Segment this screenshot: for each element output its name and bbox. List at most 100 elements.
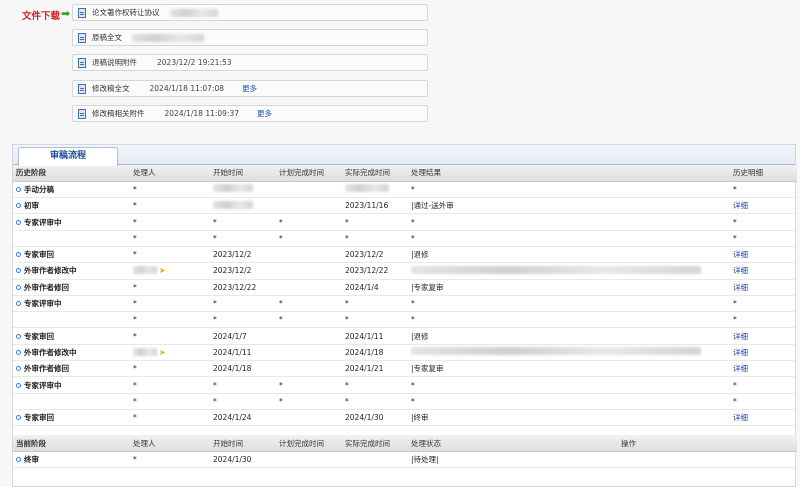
download-file-item[interactable]: 退稿说明附件 2023/12/2 19:21:53 [72, 54, 428, 71]
stage-name: 专家评审中 [24, 299, 62, 309]
actual-cell: 2024/1/4 [342, 279, 408, 296]
result: |终审 [411, 413, 429, 423]
start-cell: * [210, 230, 276, 247]
stage-cell: 专家评审中 [13, 294, 130, 313]
table-row: 外审作者修改中 ➤ 2023/12/2 2023/12/22 详细 [13, 262, 797, 280]
column-header: 计划完成时间 [276, 435, 342, 453]
handler: * [133, 331, 137, 341]
bullet-icon [16, 333, 21, 339]
file-date: 2024/1/18 11:07:08 [149, 84, 225, 93]
column-header: 历史阶段 [13, 165, 130, 182]
stage-cell: 外审作者修改中 [13, 344, 130, 362]
stage-cell [13, 311, 130, 329]
file-date: 2023/12/2 19:21:53 [157, 58, 232, 67]
redacted-text [133, 266, 157, 275]
detail-cell: 详细 [730, 360, 797, 378]
detail-link[interactable]: 详细 [733, 201, 748, 210]
stage-name: 专家评审中 [24, 380, 62, 390]
bullet-icon [16, 366, 21, 372]
handler: * [133, 380, 137, 390]
detail-cell: 详细 [730, 245, 797, 264]
actual-time: * [345, 315, 349, 325]
actual-cell: 2023/11/16 [342, 197, 408, 215]
detail-link[interactable]: 详细 [733, 413, 748, 422]
start-cell: 2023/12/22 [210, 279, 276, 296]
plan-cell: * [276, 230, 342, 247]
bullet-icon [16, 219, 21, 225]
result: * [411, 217, 415, 227]
column-header: 处理状态 [408, 435, 618, 453]
table-row: 初审 * 2023/11/16 |通过-送外审 详细 [13, 197, 797, 215]
actual-cell: 2023/12/22 [342, 262, 408, 280]
more-link[interactable]: 更多 [257, 108, 272, 119]
plan-cell: * [276, 393, 342, 410]
detail-cell: * [730, 376, 797, 394]
handler: * [133, 315, 137, 325]
detail-link[interactable]: 详细 [733, 283, 748, 292]
handler-cell: * [130, 213, 210, 231]
start-time: 2024/1/7 [213, 331, 247, 341]
handler-cell: * [130, 376, 210, 394]
detail-link[interactable]: 详细 [733, 250, 748, 259]
stage-cell: 外审作者修回 [13, 279, 130, 296]
result-cell: * [408, 294, 730, 313]
start-time: 2023/12/22 [213, 282, 257, 292]
handler-cell: * [130, 311, 210, 329]
start-time: 2023/12/2 [213, 266, 252, 276]
detail: * [733, 380, 737, 390]
stage-name: 外审作者修回 [24, 364, 69, 374]
result-cell: * [408, 230, 730, 247]
detail-cell: 详细 [730, 197, 797, 215]
redacted-text [133, 347, 157, 356]
handler-cell: * [130, 230, 210, 247]
detail-cell: * [730, 393, 797, 410]
redacted-text [213, 200, 253, 209]
actual-cell: * [342, 213, 408, 231]
status: |待处理| [411, 455, 439, 465]
table-row: 外审作者修回 * 2023/12/22 2024/1/4 |专家复审 详细 [13, 279, 797, 296]
file-name[interactable]: 修改稿全文 [92, 83, 130, 94]
more-link[interactable]: 更多 [242, 83, 257, 94]
column-header: 开始时间 [210, 165, 276, 182]
file-name[interactable]: 修改稿相关附件 [92, 108, 145, 119]
download-file-item[interactable]: 原稿全文 [72, 29, 428, 46]
file-name[interactable]: 退稿说明附件 [92, 57, 137, 68]
file-name[interactable]: 论文著作权转让协议 [92, 7, 160, 18]
plan-cell: * [276, 376, 342, 394]
start-time: 2024/1/18 [213, 364, 252, 374]
stage-cell: 外审作者修回 [13, 360, 130, 378]
column-header: 处理结果 [408, 165, 730, 182]
start-cell: * [210, 311, 276, 329]
file-download-label: 文件下载 [22, 11, 61, 22]
column-header: 当前阶段 [13, 435, 130, 453]
download-file-item[interactable]: 修改稿全文 2024/1/18 11:07:08 更多 [72, 80, 428, 97]
file-name[interactable]: 原稿全文 [92, 32, 122, 43]
start-cell: 2024/1/18 [210, 360, 276, 378]
column-header: 实际完成时间 [342, 165, 408, 182]
tab-review-process[interactable]: 审稿流程 [18, 147, 118, 166]
current-table: 当前阶段 处理人 开始时间 计划完成时间 实际完成时间 处理状态 操作 终审 * 2024/1/… [13, 435, 797, 469]
result-cell: |终审 [408, 408, 730, 427]
result: |退修 [411, 331, 429, 341]
actual-cell: * [342, 376, 408, 394]
actual-cell [342, 181, 408, 199]
download-file-item[interactable]: 论文著作权转让协议 [72, 4, 428, 21]
detail-link[interactable]: 详细 [733, 348, 748, 357]
plan-cell [276, 262, 342, 280]
start-time: * [213, 380, 217, 390]
detail-link[interactable]: 详细 [733, 266, 748, 275]
detail: * [733, 217, 737, 227]
column-header: 实际完成时间 [342, 435, 408, 453]
handler-cell: * [130, 197, 210, 215]
download-file-item[interactable]: 修改稿相关附件 2024/1/18 11:09:37 更多 [72, 105, 428, 122]
file-date: 2024/1/18 11:09:37 [164, 109, 240, 118]
plan-cell [276, 181, 342, 199]
detail-link[interactable]: 详细 [733, 332, 748, 341]
table-row: 外审作者修回 * 2024/1/18 2024/1/21 |专家复审 详细 [13, 360, 797, 378]
handler: * [133, 396, 137, 406]
plan-time: * [279, 380, 283, 390]
handler: * [133, 250, 137, 260]
detail-link[interactable]: 详细 [733, 364, 748, 373]
actual-cell: * [342, 230, 408, 247]
actual-time: 2023/12/2 [345, 250, 384, 260]
